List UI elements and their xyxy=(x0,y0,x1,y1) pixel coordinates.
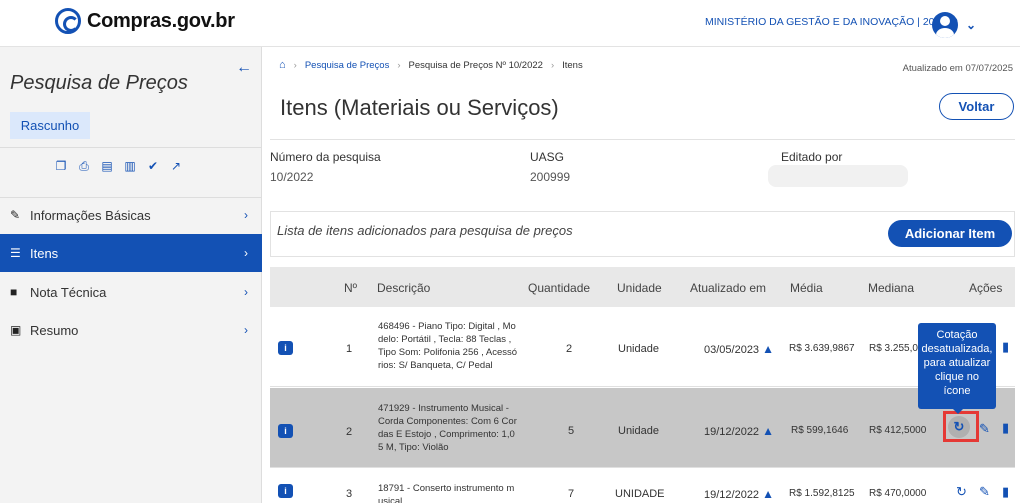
row-unit: Unidade xyxy=(618,425,659,437)
list-description: Lista de itens adicionados para pesquisa… xyxy=(277,223,573,238)
sidebar-toolbar: ❐ ⎙ ▤ ▥ ✔ ↗ xyxy=(55,159,182,174)
warning-icon: ▲ xyxy=(762,424,774,438)
edit-icon[interactable]: ✎ xyxy=(979,484,990,500)
row-description: 18791 - Conserto instrumento m usical xyxy=(378,483,515,503)
info-icon[interactable]: i xyxy=(278,341,293,355)
sidebar: ← Pesquisa de Preços Rascunho ❐ ⎙ ▤ ▥ ✔ … xyxy=(0,47,262,503)
share-icon[interactable]: ↗ xyxy=(170,159,182,173)
col-header: Unidade xyxy=(617,281,662,295)
row-description: 471929 - Instrumento Musical - Corda Com… xyxy=(378,403,517,453)
print-icon[interactable]: ⎙ xyxy=(78,159,90,173)
sidebar-item-resumo[interactable]: ▣ Resumo › xyxy=(0,311,262,349)
row-updated: 03/05/2023 ▲ xyxy=(704,342,774,356)
uasg-label: UASG xyxy=(530,150,565,164)
sidebar-item-nota-tecnica[interactable]: ■ Nota Técnica › xyxy=(0,273,262,311)
arrow-left-icon[interactable]: ← xyxy=(236,59,252,77)
warning-icon: ▲ xyxy=(762,487,774,501)
row-number: 2 xyxy=(346,426,353,438)
breadcrumb-current: Itens xyxy=(562,59,583,71)
sidebar-item-label: Itens xyxy=(30,245,59,261)
breadcrumb: ⌂ › Pesquisa de Preços › Pesquisa de Pre… xyxy=(279,59,583,71)
col-header: Descrição xyxy=(377,281,431,295)
divider xyxy=(270,139,1015,140)
row-number: 1 xyxy=(346,343,353,355)
row-quantity: 7 xyxy=(568,488,575,500)
row-media: R$ 599,1646 xyxy=(791,425,849,436)
col-header: Média xyxy=(790,281,823,295)
chevron-down-icon[interactable]: ⌄ xyxy=(966,18,976,32)
col-header: Quantidade xyxy=(528,281,591,295)
ministry-label[interactable]: MINISTÉRIO DA GESTÃO E DA INOVAÇÃO | 200… xyxy=(705,16,958,28)
info-icon[interactable]: i xyxy=(278,424,293,438)
breadcrumb-link[interactable]: Pesquisa de Preços xyxy=(305,60,390,71)
sidebar-title: Pesquisa de Preços xyxy=(10,72,188,94)
row-media: R$ 1.592,8125 xyxy=(789,488,855,499)
trash-icon[interactable]: ▮ xyxy=(1002,484,1009,500)
logo-text: Compras.gov.br xyxy=(87,9,235,32)
tooltip-arrow xyxy=(953,409,963,414)
list-icon: ☰ xyxy=(10,246,21,260)
blurred-editor-value xyxy=(768,165,908,187)
sidebar-item-itens[interactable]: ☰ Itens › xyxy=(0,234,262,272)
col-header: Atualizado em xyxy=(690,281,767,295)
home-icon[interactable]: ⌂ xyxy=(279,59,286,71)
row-mediana: R$ 470,0000 xyxy=(869,488,927,499)
col-header: Nº xyxy=(344,281,358,295)
logo[interactable]: Compras.gov.br xyxy=(55,8,235,34)
chevron-right-icon: › xyxy=(244,285,248,299)
row-unit: UNIDADE xyxy=(615,488,665,500)
row-media: R$ 3.639,9867 xyxy=(789,343,855,354)
pencil-icon: ✎ xyxy=(10,208,21,222)
trash-icon[interactable]: ▮ xyxy=(1002,339,1009,355)
row-mediana: R$ 3.255,0 xyxy=(869,343,918,354)
copy-icon[interactable]: ❐ xyxy=(55,159,67,173)
row-description: 468496 - Piano Tipo: Digital , Mo delo: … xyxy=(378,321,518,371)
file-download-icon[interactable]: ▤ xyxy=(101,159,113,173)
uasg-value: 200999 xyxy=(530,170,571,184)
file-icon: ■ xyxy=(10,285,18,299)
numero-value: 10/2022 xyxy=(270,170,314,184)
row-number: 3 xyxy=(346,488,353,500)
col-header: Mediana xyxy=(868,281,915,295)
csv-icon[interactable]: ▥ xyxy=(124,159,136,173)
sidebar-item-label: Resumo xyxy=(30,322,79,338)
compras-logo-icon xyxy=(55,8,81,34)
row-updated: 19/12/2022 ▲ xyxy=(704,424,774,438)
trash-icon[interactable]: ▮ xyxy=(1002,420,1009,436)
divider xyxy=(0,147,262,148)
add-item-button[interactable]: Adicionar Item xyxy=(888,220,1012,247)
check-icon[interactable]: ✔ xyxy=(147,159,159,173)
refresh-icon[interactable]: ↻ xyxy=(948,416,970,438)
warning-icon: ▲ xyxy=(762,342,774,356)
numero-label: Número da pesquisa xyxy=(270,150,381,164)
edit-icon[interactable]: ✎ xyxy=(979,421,990,437)
sidebar-item-informacoes-basicas[interactable]: ✎ Informações Básicas › xyxy=(0,196,262,234)
status-badge: Rascunho xyxy=(10,112,90,139)
sidebar-item-label: Informações Básicas xyxy=(30,207,151,223)
refresh-icon[interactable]: ↻ xyxy=(956,484,967,500)
user-avatar-icon[interactable] xyxy=(932,12,958,38)
row-unit: Unidade xyxy=(618,343,659,355)
editado-label: Editado por xyxy=(781,150,843,164)
chevron-right-icon: › xyxy=(244,246,248,260)
chevron-right-icon: › xyxy=(244,323,248,337)
col-header: Ações xyxy=(969,281,1003,295)
info-icon[interactable]: i xyxy=(278,484,293,498)
top-bar: Compras.gov.br MINISTÉRIO DA GESTÃO E DA… xyxy=(0,0,1020,47)
updated-label: Atualizado em 07/07/2025 xyxy=(902,63,1013,74)
back-button[interactable]: Voltar xyxy=(939,93,1014,120)
row-mediana: R$ 412,5000 xyxy=(869,425,927,436)
row-quantity: 2 xyxy=(566,343,573,355)
row-updated: 19/12/2022 ▲ xyxy=(704,487,774,501)
file-download-icon: ▣ xyxy=(10,323,22,337)
chevron-right-icon: › xyxy=(244,208,248,222)
page-title: Itens (Materiais ou Serviços) xyxy=(280,95,559,120)
row-quantity: 5 xyxy=(568,425,575,437)
sidebar-item-label: Nota Técnica xyxy=(30,284,107,300)
breadcrumb-link[interactable]: Pesquisa de Preços Nº 10/2022 xyxy=(409,60,543,71)
tooltip: Cotação desatualizada, para atualizar cl… xyxy=(918,323,996,409)
